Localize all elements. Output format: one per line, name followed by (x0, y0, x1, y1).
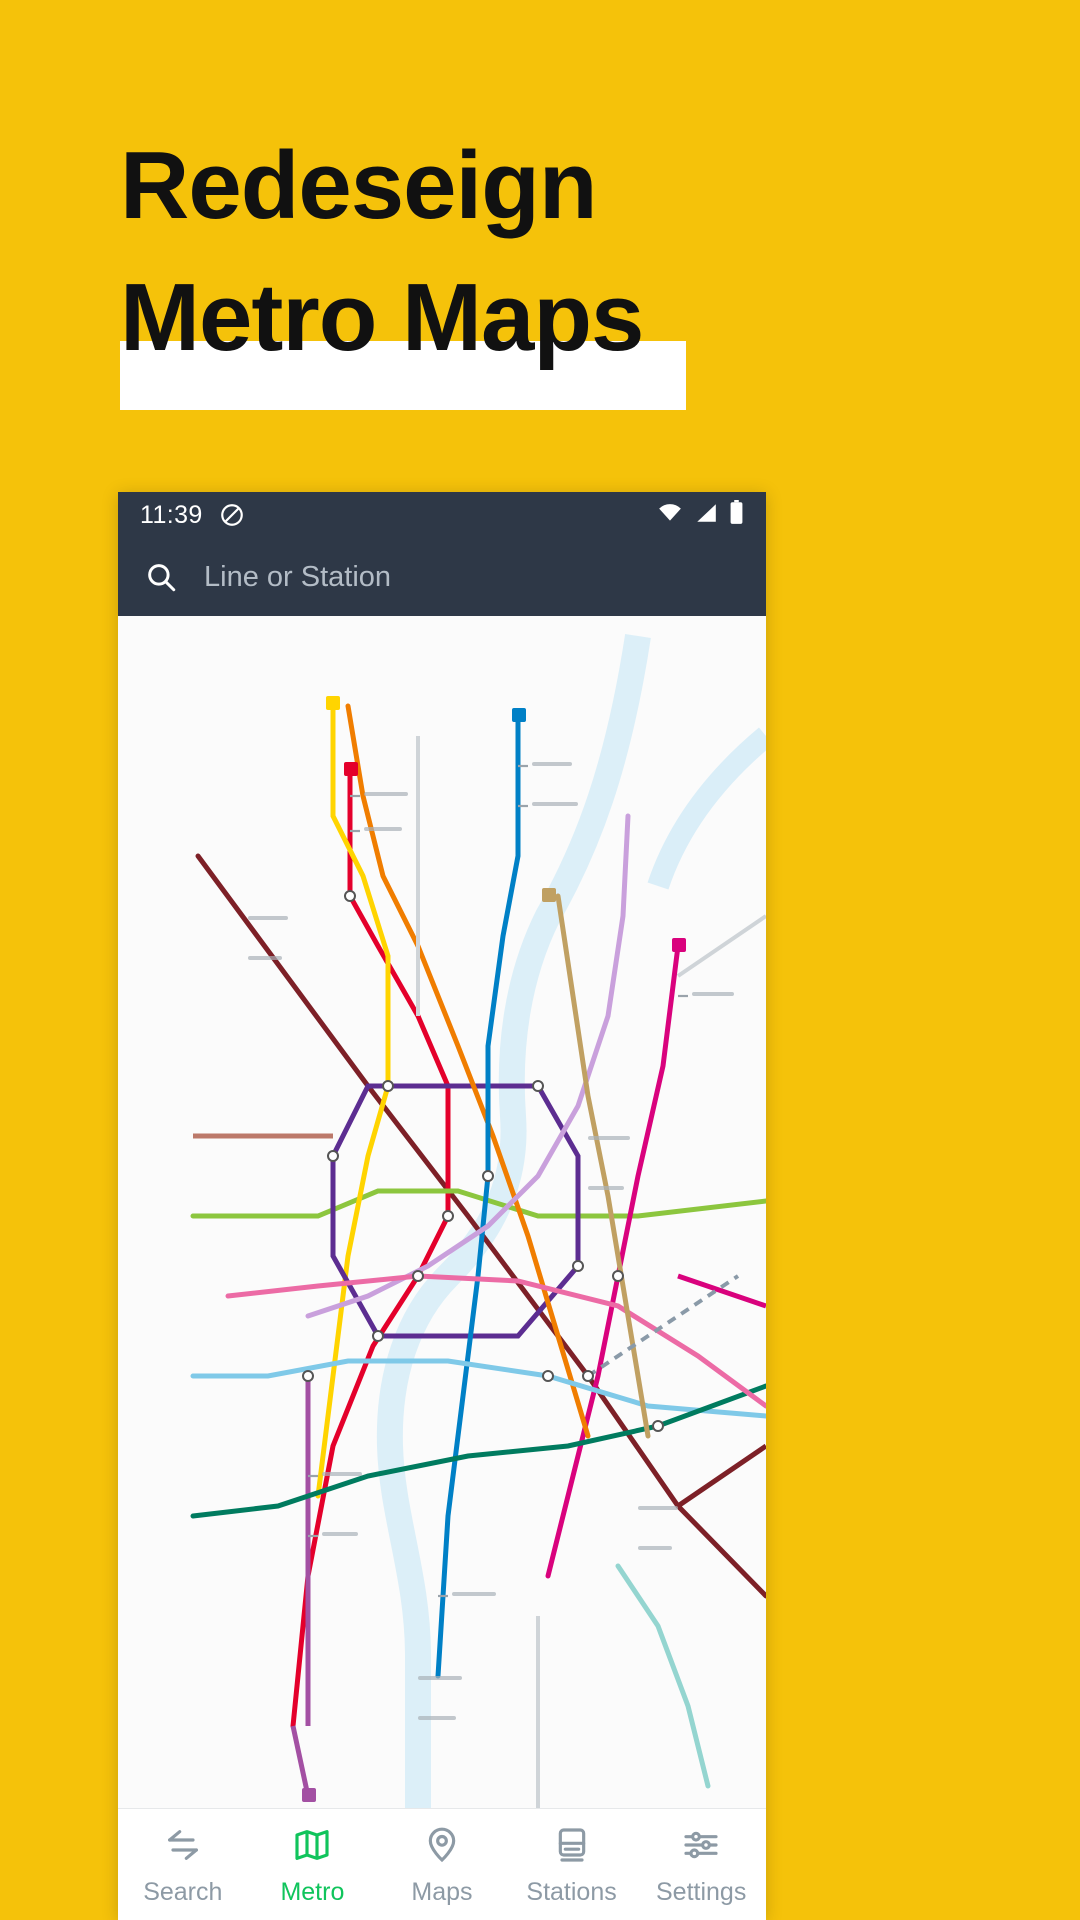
nav-item-stations[interactable]: Stations (507, 1822, 637, 1907)
status-right-icons (657, 500, 744, 530)
search-bar[interactable] (118, 538, 766, 616)
train-car-icon (552, 1822, 592, 1868)
nav-item-search[interactable]: Search (118, 1822, 248, 1907)
nav-label-search: Search (143, 1878, 223, 1906)
do-not-disturb-icon (219, 502, 245, 528)
phone-mockup: 11:39 Line or Station Search Metro Maps … (118, 492, 766, 1920)
battery-icon (729, 500, 744, 530)
folded-map-icon (292, 1822, 332, 1868)
route-transfer-icon (163, 1822, 203, 1868)
headline-line-1: Redeseign (120, 132, 597, 239)
nav-item-metro[interactable]: Metro (248, 1822, 378, 1907)
metro-map-graphic (118, 616, 766, 1808)
wifi-icon (657, 503, 683, 528)
nav-label-maps: Maps (411, 1878, 473, 1906)
nav-label-metro: Metro (280, 1878, 345, 1906)
nav-item-settings[interactable]: Settings (636, 1822, 766, 1907)
sliders-icon (681, 1822, 721, 1868)
search-icon[interactable] (144, 560, 178, 594)
location-pin-icon (422, 1822, 462, 1868)
headline-line-2: Metro Maps (120, 264, 644, 372)
metro-map-canvas[interactable] (118, 616, 766, 1808)
nav-item-maps[interactable]: Maps (377, 1822, 507, 1907)
promo-headline: Redeseign Metro Maps (120, 120, 960, 385)
status-time: 11:39 (140, 500, 203, 529)
cellular-signal-icon (694, 502, 718, 529)
status-bar: 11:39 (118, 492, 766, 538)
nav-label-settings: Settings (656, 1878, 747, 1906)
bottom-navigation: Search Metro Maps Stations Settings (118, 1808, 766, 1920)
search-input[interactable] (204, 560, 740, 594)
nav-label-stations: Stations (526, 1878, 617, 1906)
